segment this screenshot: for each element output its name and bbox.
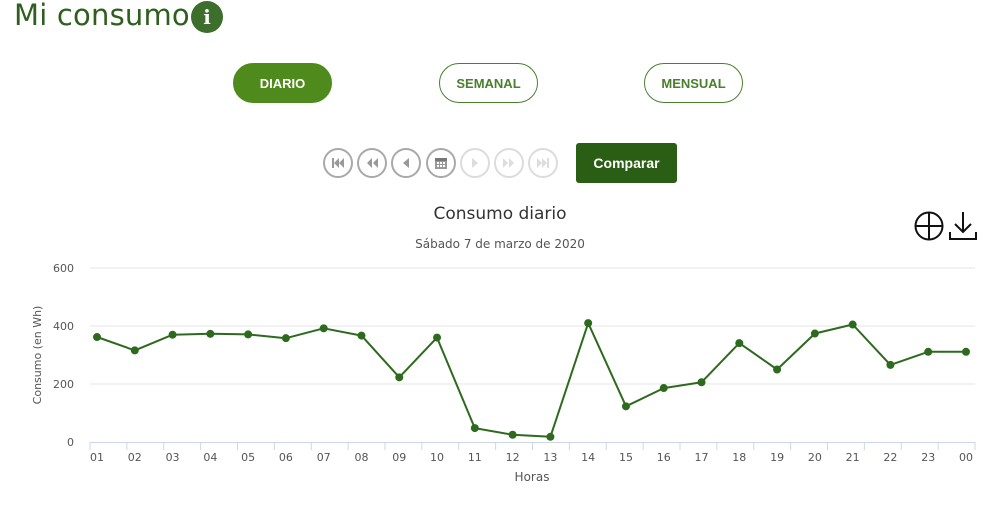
rewind-icon [367,158,378,168]
compare-button[interactable]: Comparar [576,143,677,183]
x-tick-label: 01 [90,451,104,464]
x-tick-label: 22 [883,451,897,464]
next-icon [472,158,478,168]
last-button[interactable] [528,148,558,178]
first-button[interactable] [323,148,353,178]
period-button-daily[interactable]: DIARIO [233,63,332,103]
data-point [546,432,555,441]
data-point [244,330,253,339]
data-point [130,346,139,355]
data-point [470,424,479,433]
x-tick-label: 02 [128,451,142,464]
x-tick-label: 00 [959,451,973,464]
series-line [96,322,966,438]
data-point [621,402,630,411]
x-tick-label: 19 [770,451,784,464]
x-tick-label: 23 [921,451,935,464]
x-tick-label: 07 [317,451,331,464]
data-point [584,319,593,328]
x-tick-label: 20 [808,451,822,464]
data-point [168,330,177,339]
x-tick-label: 16 [657,451,671,464]
data-point [357,331,366,340]
info-icon[interactable]: i [191,1,223,33]
rewind-button[interactable] [357,148,387,178]
data-point [508,430,517,439]
data-point [395,373,404,382]
period-button-monthly[interactable]: MENSUAL [644,63,743,103]
data-point [93,333,101,342]
x-tick-label: 12 [506,451,520,464]
fast-forward-button[interactable] [494,148,524,178]
calendar-button[interactable] [426,148,456,178]
data-point [281,334,290,343]
zoom-in-icon[interactable] [913,210,945,242]
x-tick-label: 11 [468,451,482,464]
data-point [924,347,933,356]
y-tick-label: 600 [53,262,74,275]
y-tick-label: 400 [53,320,74,333]
x-axis-label: Horas [515,470,550,484]
x-tick-label: 04 [203,451,217,464]
x-tick-label: 15 [619,451,633,464]
consumption-chart: 0 200 400 600 01 02 03 04 05 06 07 08 09 10 11 12 13 14 15… [31,262,976,484]
data-point [886,360,895,369]
chart-title: Consumo diario [433,204,567,224]
x-tick-label: 05 [241,451,255,464]
x-tick-label: 18 [732,451,746,464]
data-point [773,365,782,374]
data-point [319,324,328,333]
previous-button[interactable] [391,148,421,178]
data-point [659,384,668,393]
x-tick-label: 09 [392,451,406,464]
last-icon [537,158,549,168]
x-tick-label: 13 [543,451,557,464]
data-point [848,320,857,329]
period-button-weekly[interactable]: SEMANAL [439,63,538,103]
y-axis-label: Consumo (en Wh) [31,306,44,405]
previous-icon [403,158,409,168]
page-title: Mi consumo [14,0,190,32]
data-point [962,347,970,356]
x-tick-label: 14 [581,451,595,464]
data-point [697,378,706,387]
y-tick-label: 200 [53,378,74,391]
chart-subtitle: Sábado 7 de marzo de 2020 [415,237,585,251]
x-tick-label: 17 [695,451,709,464]
x-tick-label: 21 [846,451,860,464]
data-point [206,329,215,338]
fast-forward-icon [503,158,514,168]
first-icon [332,158,344,168]
x-tick-label: 06 [279,451,293,464]
data-point [810,329,819,338]
y-tick-label: 0 [67,436,74,449]
calendar-icon [435,158,447,169]
next-button[interactable] [460,148,490,178]
download-icon[interactable] [947,210,979,242]
x-tick-label: 03 [166,451,180,464]
x-tick-label: 08 [354,451,368,464]
data-point [735,339,744,348]
x-tick-label: 10 [430,451,444,464]
data-point [433,333,442,342]
